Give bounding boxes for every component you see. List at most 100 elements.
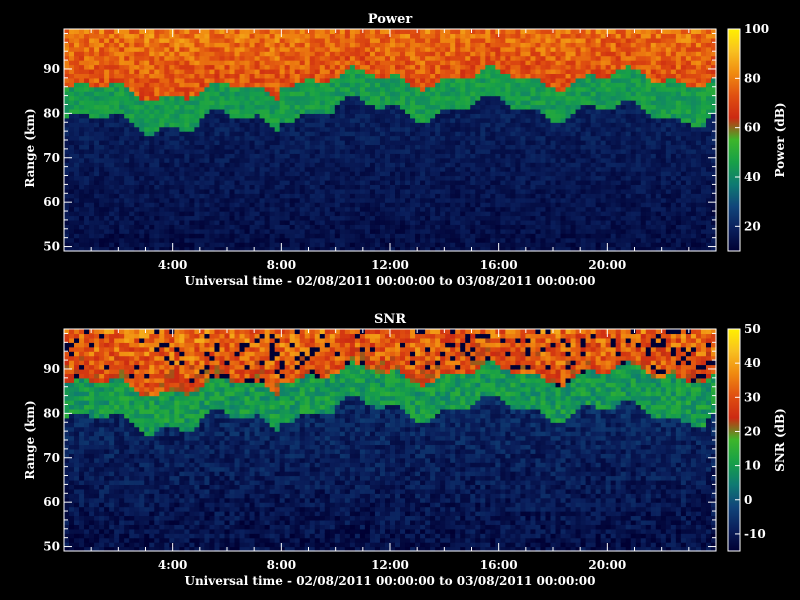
- heatmap-cell: [199, 55, 206, 61]
- heatmap-cell: [329, 37, 336, 43]
- heatmap-cell: [104, 68, 110, 74]
- heatmap-cell: [465, 51, 471, 57]
- heatmap-cell: [124, 237, 130, 243]
- heatmap-cell: [515, 68, 521, 74]
- heatmap-cell: [530, 171, 537, 177]
- heatmap-cell: [540, 126, 547, 132]
- heatmap-cell: [294, 171, 301, 177]
- heatmap-cell: [560, 86, 567, 92]
- heatmap-cell: [445, 108, 451, 114]
- heatmap-cell: [79, 188, 85, 194]
- heatmap-cell: [400, 60, 406, 66]
- heatmap-cell: [334, 211, 341, 217]
- heatmap-cell: [99, 157, 105, 163]
- heatmap-cell: [430, 117, 436, 123]
- heatmap-cell: [510, 211, 516, 217]
- heatmap-cell: [144, 135, 150, 141]
- heatmap-cell: [189, 68, 195, 74]
- heatmap-cell: [515, 60, 521, 66]
- heatmap-cell: [284, 104, 291, 110]
- heatmap-cell: [490, 228, 496, 234]
- heatmap-cell: [244, 135, 251, 141]
- heatmap-cell: [114, 135, 120, 141]
- heatmap-cell: [109, 33, 115, 39]
- heatmap-cell: [470, 140, 476, 146]
- heatmap-cell: [530, 148, 537, 154]
- heatmap-cell: [425, 55, 431, 61]
- heatmap-cell: [400, 117, 406, 123]
- heatmap-cell: [274, 242, 281, 248]
- heatmap-cell: [510, 202, 516, 208]
- heatmap-cell: [364, 219, 371, 225]
- heatmap-cell: [455, 148, 461, 154]
- heatmap-cell: [354, 77, 361, 83]
- heatmap-cell: [520, 117, 527, 123]
- heatmap-cell: [284, 157, 291, 163]
- heatmap-cell: [139, 140, 145, 146]
- heatmap-cell: [495, 219, 501, 225]
- heatmap-cell: [374, 73, 381, 79]
- heatmap-cell: [189, 153, 195, 159]
- heatmap-cell: [369, 29, 376, 35]
- heatmap-cell: [405, 33, 411, 39]
- heatmap-cell: [109, 179, 115, 185]
- heatmap-cell: [550, 202, 557, 208]
- heatmap-cell: [545, 202, 552, 208]
- heatmap-cell: [420, 184, 426, 190]
- heatmap-cell: [159, 37, 165, 43]
- heatmap-cell: [339, 184, 346, 190]
- heatmap-cell: [249, 144, 256, 150]
- heatmap-cell: [465, 29, 471, 35]
- heatmap-cell: [505, 148, 511, 154]
- heatmap-cell: [289, 175, 296, 181]
- heatmap-cell: [99, 148, 105, 154]
- heatmap-cell: [74, 233, 80, 239]
- heatmap-cell: [475, 73, 481, 79]
- heatmap-cell: [334, 162, 341, 168]
- heatmap-cell: [204, 64, 211, 70]
- heatmap-cell: [179, 153, 185, 159]
- heatmap-cell: [410, 144, 416, 150]
- heatmap-cell: [390, 144, 396, 150]
- heatmap-cell: [450, 64, 456, 70]
- heatmap-cell: [139, 108, 145, 114]
- heatmap-cell: [395, 171, 401, 177]
- heatmap-cell: [289, 51, 296, 57]
- heatmap-cell: [530, 46, 537, 52]
- heatmap-cell: [149, 233, 155, 239]
- heatmap-cell: [319, 29, 326, 35]
- heatmap-cell: [400, 37, 406, 43]
- heatmap-cell: [530, 135, 537, 141]
- heatmap-cell: [79, 68, 85, 74]
- heatmap-cell: [465, 73, 471, 79]
- heatmap-cell: [134, 82, 140, 88]
- heatmap-cell: [289, 242, 296, 248]
- heatmap-cell: [109, 42, 115, 48]
- heatmap-cell: [89, 153, 95, 159]
- heatmap-cell: [74, 108, 80, 114]
- heatmap-cell: [460, 55, 466, 61]
- heatmap-cell: [505, 135, 511, 141]
- heatmap-cell: [249, 104, 256, 110]
- heatmap-cell: [274, 95, 281, 101]
- heatmap-cell: [545, 135, 552, 141]
- heatmap-cell: [440, 179, 446, 185]
- heatmap-cell: [339, 68, 346, 74]
- heatmap-cell: [279, 211, 286, 217]
- heatmap-cell: [179, 95, 185, 101]
- heatmap-cell: [229, 215, 236, 221]
- heatmap-cell: [525, 117, 532, 123]
- heatmap-cell: [69, 157, 75, 163]
- heatmap-cell: [415, 206, 421, 212]
- heatmap-cell: [124, 42, 130, 48]
- heatmap-cell: [324, 73, 331, 79]
- heatmap-cell: [390, 228, 396, 234]
- heatmap-cell: [324, 37, 331, 43]
- heatmap-cell: [139, 135, 145, 141]
- heatmap-cell: [495, 162, 501, 168]
- heatmap-cell: [64, 95, 70, 101]
- heatmap-cell: [405, 131, 411, 137]
- heatmap-cell: [339, 55, 346, 61]
- heatmap-cell: [425, 166, 431, 172]
- heatmap-cell: [114, 55, 120, 61]
